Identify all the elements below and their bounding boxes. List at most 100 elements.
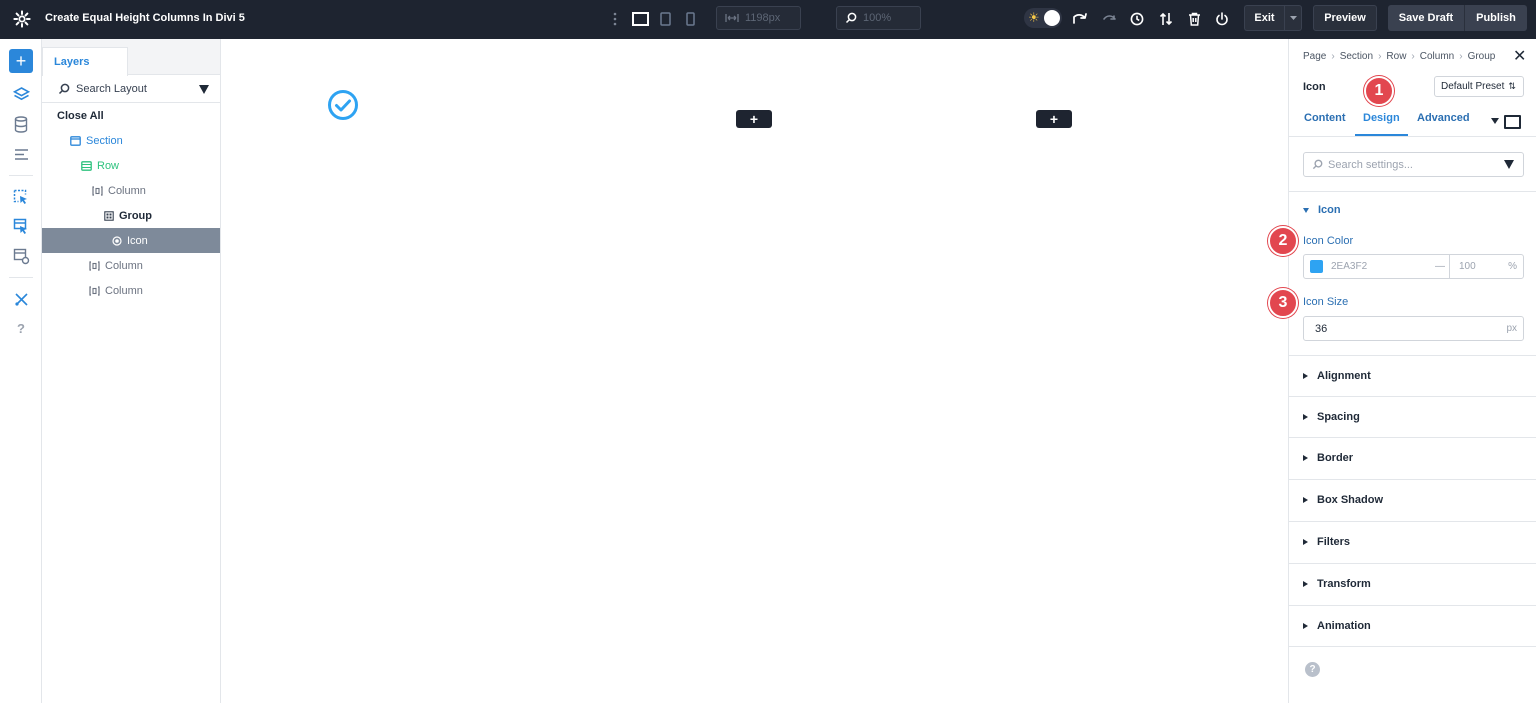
- group-transform[interactable]: Transform: [1289, 563, 1536, 604]
- settings-tabs: Content Design Advanced: [1289, 105, 1536, 137]
- preview-button[interactable]: Preview: [1313, 5, 1377, 31]
- breadcrumb-page[interactable]: Page: [1303, 51, 1326, 62]
- redo-icon[interactable]: [1100, 9, 1118, 29]
- help-question-icon[interactable]: ?: [12, 319, 30, 337]
- layer-label: Column: [105, 284, 143, 297]
- group-label: Icon: [1318, 204, 1341, 216]
- icon-module-icon: [111, 235, 122, 246]
- group-label: Animation: [1317, 620, 1371, 632]
- icon-opacity-field[interactable]: 100 %: [1449, 254, 1524, 279]
- breadcrumb: Page › Section › Row › Column › Group: [1303, 51, 1495, 62]
- zoom-field[interactable]: 100%: [836, 6, 921, 30]
- group-filters[interactable]: Filters: [1289, 521, 1536, 562]
- tab-advanced[interactable]: Advanced: [1417, 112, 1470, 124]
- layer-section[interactable]: Section: [42, 128, 220, 153]
- layers-icon[interactable]: [12, 85, 30, 103]
- gear-icon[interactable]: [13, 10, 31, 28]
- power-icon[interactable]: [1214, 9, 1230, 29]
- publish-button[interactable]: Publish: [1464, 5, 1527, 31]
- chevron-down-icon[interactable]: [1491, 118, 1499, 124]
- caret-right-icon: [1303, 373, 1308, 379]
- group-alignment[interactable]: Alignment: [1289, 355, 1536, 396]
- history-icon[interactable]: [1129, 9, 1145, 29]
- icon-size-field[interactable]: 36 px: [1303, 316, 1524, 341]
- filter-icon[interactable]: [1504, 160, 1514, 169]
- rail-divider: [9, 175, 33, 176]
- layer-column[interactable]: Column: [42, 178, 220, 203]
- divider: [1289, 191, 1536, 192]
- divider: [1289, 646, 1536, 647]
- group-animation[interactable]: Animation: [1289, 605, 1536, 646]
- layer-icon-selected[interactable]: Icon: [42, 228, 220, 253]
- group-box-shadow[interactable]: Box Shadow: [1289, 479, 1536, 520]
- layer-row[interactable]: Row: [42, 153, 220, 178]
- layers-search-placeholder: Search Layout: [76, 83, 147, 95]
- caret-right-icon: [1303, 455, 1308, 461]
- save-draft-button[interactable]: Save Draft: [1388, 5, 1464, 31]
- layer-column[interactable]: Column: [42, 253, 220, 278]
- trash-icon[interactable]: [1186, 9, 1202, 29]
- tools-icon[interactable]: [12, 290, 30, 308]
- group-border[interactable]: Border: [1289, 437, 1536, 478]
- step-badge-3: 3: [1268, 288, 1298, 318]
- chevron-right-icon: ›: [1331, 51, 1335, 62]
- icon-size-unit: px: [1506, 323, 1517, 334]
- tab-layers[interactable]: Layers: [42, 47, 128, 76]
- breadcrumb-section[interactable]: Section: [1340, 51, 1373, 62]
- more-dots-icon[interactable]: [611, 9, 619, 29]
- step-badge-2: 2: [1268, 226, 1298, 256]
- theme-toggle[interactable]: ☀: [1024, 8, 1062, 28]
- undo-icon[interactable]: [1071, 9, 1089, 29]
- desktop-view-icon[interactable]: [631, 9, 649, 29]
- layers-search-input[interactable]: Search Layout: [42, 76, 220, 103]
- tab-design[interactable]: Design: [1363, 112, 1400, 124]
- breadcrumb-row[interactable]: Row: [1386, 51, 1406, 62]
- check-circle-icon[interactable]: [327, 89, 359, 121]
- multi-select-icon[interactable]: [12, 217, 30, 235]
- breadcrumb-column[interactable]: Column: [1420, 51, 1454, 62]
- caret-right-icon: [1303, 497, 1308, 503]
- icon-color-value: 2EA3F2: [1331, 261, 1368, 272]
- settings-search-input[interactable]: Search settings...: [1303, 152, 1524, 177]
- icon-color-field[interactable]: 2EA3F2 —: [1303, 254, 1450, 279]
- search-icon: [58, 83, 70, 95]
- preset-dropdown[interactable]: Default Preset ⇅: [1434, 76, 1524, 97]
- group-label: Box Shadow: [1317, 494, 1384, 506]
- exit-dropdown-button[interactable]: [1284, 5, 1302, 31]
- opacity-value: 100: [1459, 261, 1476, 272]
- add-module-button[interactable]: +: [736, 110, 772, 128]
- filter-icon[interactable]: [199, 85, 209, 94]
- close-icon[interactable]: ✕: [1513, 49, 1526, 65]
- settings-search-placeholder: Search settings...: [1328, 158, 1413, 171]
- group-label: Alignment: [1317, 370, 1371, 382]
- active-tab-indicator: [1355, 134, 1408, 136]
- phone-view-icon[interactable]: [684, 9, 696, 29]
- layer-column[interactable]: Column: [42, 278, 220, 303]
- color-swatch[interactable]: [1310, 260, 1323, 273]
- settings-panel: Page › Section › Row › Column › Group ✕ Icon…: [1288, 39, 1536, 703]
- sort-arrows-icon[interactable]: [1158, 9, 1174, 29]
- close-all-button[interactable]: Close All: [42, 103, 220, 128]
- group-spacing[interactable]: Spacing: [1289, 396, 1536, 437]
- list-settings-icon[interactable]: [12, 145, 30, 163]
- tab-content[interactable]: Content: [1304, 112, 1346, 124]
- opacity-unit: %: [1508, 261, 1517, 272]
- layers-tab-bar: Layers: [42, 39, 220, 76]
- add-module-button[interactable]: +: [1036, 110, 1072, 128]
- page-settings-icon[interactable]: [12, 247, 30, 265]
- database-icon[interactable]: [12, 115, 30, 133]
- select-pointer-icon[interactable]: [12, 188, 30, 206]
- top-toolbar: Create Equal Height Columns In Divi 5 11…: [0, 0, 1536, 39]
- tablet-view-icon[interactable]: [658, 9, 672, 29]
- search-icon: [1312, 159, 1323, 170]
- expand-panel-icon[interactable]: [1504, 115, 1521, 129]
- breadcrumb-group[interactable]: Group: [1468, 51, 1496, 62]
- group-icon-toggle[interactable]: Icon: [1303, 204, 1341, 216]
- layer-group[interactable]: Group: [42, 203, 220, 228]
- canvas-width-field[interactable]: 1198px: [716, 6, 801, 30]
- exit-button[interactable]: Exit: [1244, 5, 1284, 31]
- layer-label: Column: [105, 259, 143, 272]
- help-icon[interactable]: ?: [1305, 662, 1320, 677]
- add-element-button[interactable]: +: [9, 49, 33, 73]
- builder-canvas[interactable]: + +: [221, 39, 1288, 703]
